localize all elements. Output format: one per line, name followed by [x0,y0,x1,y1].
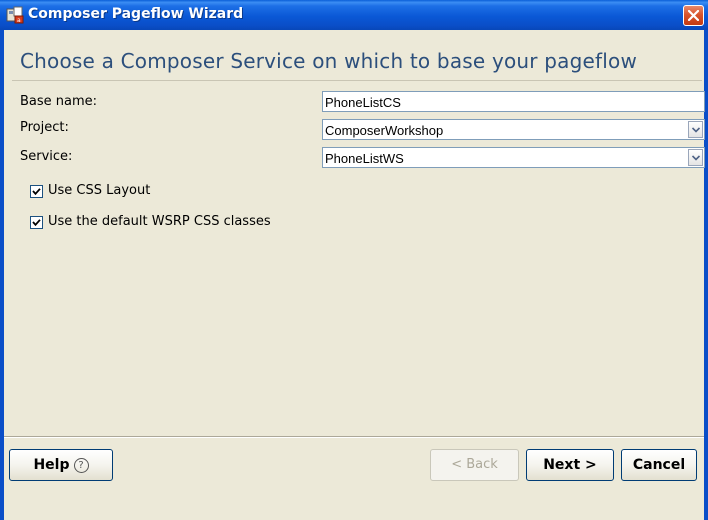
base-name-input[interactable]: PhoneListCS [322,91,705,112]
project-dropdown-button[interactable] [688,121,703,138]
title-bar[interactable]: a Composer Pageflow Wizard [0,0,708,30]
back-button[interactable]: < Back [430,449,519,481]
help-button-label: Help [33,457,70,473]
use-wsrp-css-checkbox[interactable] [30,216,43,229]
svg-text:a: a [17,17,21,24]
service-select-value: PhoneListWS [325,151,404,166]
checkmark-icon [32,219,41,227]
chevron-down-icon [692,155,700,161]
project-label: Project: [20,120,69,135]
chevron-down-icon [692,127,700,133]
cancel-button[interactable]: Cancel [621,449,697,481]
next-button[interactable]: Next > [526,449,614,481]
close-button[interactable] [683,5,704,26]
help-button[interactable]: Help? [9,449,113,481]
checkmark-icon [32,188,41,196]
wizard-window: a Composer Pageflow Wizard Choose a Comp… [0,0,708,520]
project-select-value: ComposerWorkshop [325,123,444,138]
wizard-content: Choose a Composer Service on which to ba… [4,30,705,520]
page-title: Choose a Composer Service on which to ba… [20,49,638,73]
service-label: Service: [20,149,73,164]
app-icon: a [6,6,24,24]
service-select[interactable]: PhoneListWS [322,147,705,168]
use-css-layout-label: Use CSS Layout [48,183,151,198]
heading-divider [12,80,702,81]
footer-divider-highlight [4,437,704,438]
use-wsrp-css-label: Use the default WSRP CSS classes [48,214,271,229]
service-dropdown-button[interactable] [688,149,703,166]
base-name-label: Base name: [20,94,98,109]
help-icon: ? [73,458,89,473]
use-css-layout-checkbox[interactable] [30,185,43,198]
window-title: Composer Pageflow Wizard [28,6,244,22]
close-icon [688,10,699,21]
project-select[interactable]: ComposerWorkshop [322,119,705,140]
